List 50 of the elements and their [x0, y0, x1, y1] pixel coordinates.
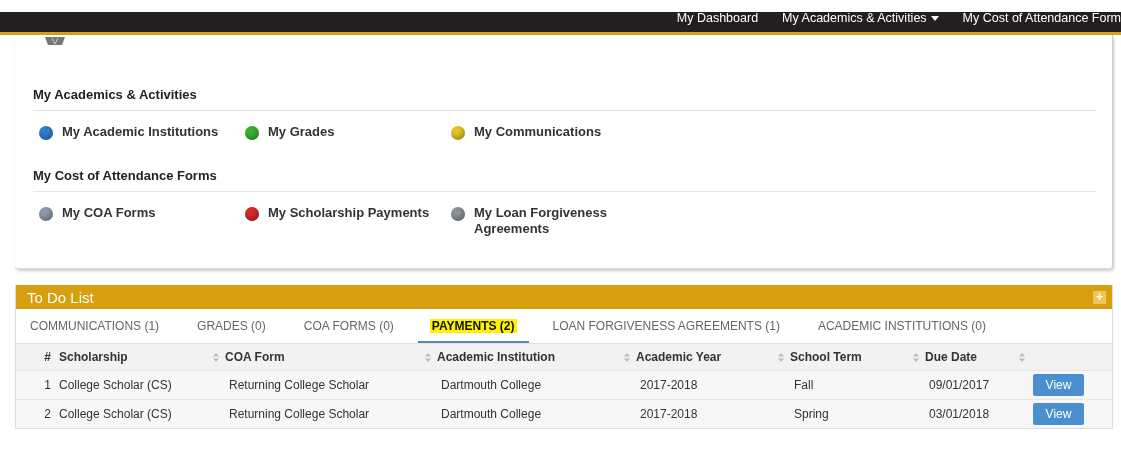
column-header: Scholarship	[59, 350, 128, 364]
link-label[interactable]: My Scholarship Payments	[268, 205, 430, 237]
column-header: Due Date	[925, 350, 977, 364]
nav-link[interactable]: My Dashboard	[676, 12, 759, 24]
sort-icon[interactable]	[624, 352, 630, 362]
section-title: My Cost of Attendance Forms	[33, 168, 1096, 192]
table-cell-text: Dartmouth College	[440, 378, 543, 392]
menu-link[interactable]: My Grades	[245, 124, 451, 140]
section-title: My Academics & Activities	[33, 87, 1096, 111]
caret-icon	[930, 15, 939, 21]
table-cell-text: 09/01/2017	[928, 378, 991, 392]
table-cell-text: 1	[43, 378, 52, 392]
column-header: Academic Year	[636, 350, 722, 364]
link-label[interactable]: My Grades	[268, 124, 335, 140]
tab[interactable]: COA FORMS (0)	[289, 309, 408, 343]
logo-icon	[45, 37, 65, 45]
menu-link[interactable]: My Scholarship Payments	[245, 205, 451, 237]
table-cell-text: 2017-2018	[639, 407, 699, 421]
sort-icon[interactable]	[213, 352, 219, 362]
table-cell-text: Returning College Scholar	[228, 407, 371, 421]
sort-icon[interactable]	[913, 352, 919, 362]
tab[interactable]: LOAN FORGIVENESS AGREEMENTS (1)	[538, 309, 794, 343]
sort-icon[interactable]	[778, 352, 784, 362]
column-header: School Term	[790, 350, 862, 364]
sort-icon[interactable]	[1019, 352, 1025, 362]
nav-link[interactable]: My Cost of Attendance Form	[962, 12, 1121, 24]
column-header: Academic Institution	[437, 350, 555, 364]
table-cell-text: College Scholar (CS)	[59, 407, 173, 421]
tab[interactable]: COMMUNICATIONS (1)	[16, 309, 174, 343]
column-header: #	[44, 350, 51, 364]
column-header: COA Form	[225, 350, 285, 364]
link-label[interactable]: My Communications	[474, 124, 602, 140]
table-cell-text: 2	[43, 407, 52, 421]
tab[interactable]: ACADEMIC INSTITUTIONS (0)	[803, 309, 1000, 343]
sort-icon[interactable]	[425, 352, 431, 362]
menu-link[interactable]: My Academic Institutions	[39, 124, 245, 140]
link-label[interactable]: My COA Forms	[62, 205, 156, 237]
table-cell-text: Dartmouth College	[440, 407, 543, 421]
table-cell-text: Fall	[793, 378, 815, 392]
menu-link[interactable]: My COA Forms	[39, 205, 245, 237]
table-cell-text: College Scholar (CS)	[59, 378, 173, 392]
tab[interactable]: GRADES (0)	[183, 309, 280, 343]
table-cell-text: Returning College Scholar	[228, 378, 371, 392]
table-cell-text: Spring	[793, 407, 830, 421]
nav-link[interactable]: My Academics & Activities	[782, 12, 939, 24]
table-cell-text: 2017-2018	[639, 378, 699, 392]
link-label[interactable]: My Academic Institutions	[62, 124, 219, 140]
panel-title: To Do List	[27, 288, 94, 306]
table-cell-text: 03/01/2018	[928, 407, 991, 421]
menu-link[interactable]: My Communications	[451, 124, 611, 140]
